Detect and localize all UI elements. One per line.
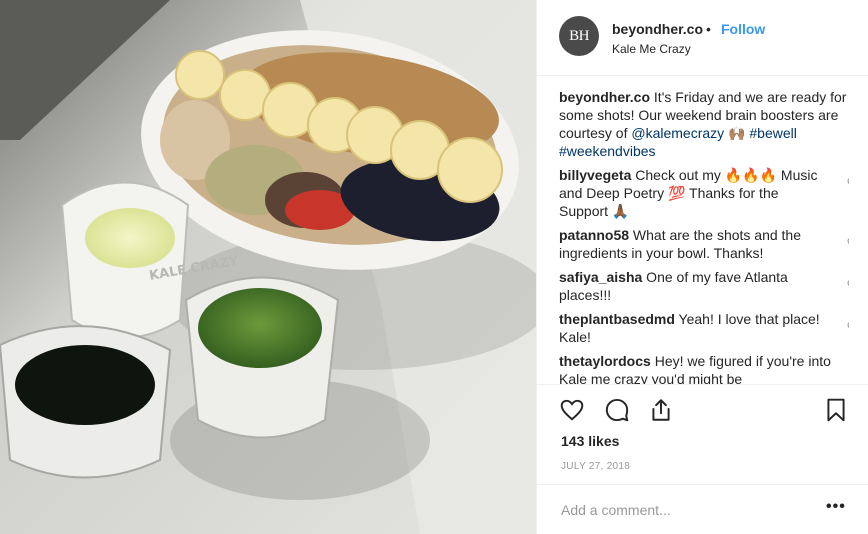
bookmark-icon[interactable] <box>823 397 849 423</box>
more-options-button[interactable]: ••• <box>826 498 846 516</box>
avatar-initials: BH <box>569 27 589 44</box>
location-link[interactable]: Kale Me Crazy <box>612 42 691 56</box>
comment-like-icon[interactable] <box>847 237 849 249</box>
caption-emoji: 🙌🏽 <box>724 125 750 141</box>
share-icon[interactable] <box>648 397 674 423</box>
header-separator: • <box>706 21 711 37</box>
add-comment-bar: ••• <box>537 484 868 534</box>
post-sidebar: BH beyondher.co • Follow Kale Me Crazy b… <box>536 0 868 534</box>
post-caption: beyondher.co It's Friday and we are read… <box>559 88 849 160</box>
comment-item: safiya_aisha One of my fave Atlanta plac… <box>559 268 849 304</box>
follow-button[interactable]: Follow <box>721 21 765 37</box>
caption-hashtag-bewell[interactable]: #bewell <box>749 125 796 141</box>
comment-username[interactable]: safiya_aisha <box>559 269 642 285</box>
comment-username[interactable]: billyvegeta <box>559 167 631 183</box>
comment-item: thetaylordocs Hey! we figured if you're … <box>559 352 849 384</box>
comment-item: billyvegeta Check out my 🔥🔥🔥 Music and D… <box>559 166 849 220</box>
comment-username[interactable]: thetaylordocs <box>559 353 651 369</box>
likes-count[interactable]: 143 likes <box>561 433 619 449</box>
post-header: BH beyondher.co • Follow Kale Me Crazy <box>537 0 868 76</box>
comment-input[interactable] <box>561 499 811 521</box>
comment-like-icon[interactable] <box>847 321 849 333</box>
post-photo-art: KALE CRAZY <box>0 0 536 534</box>
post-photo[interactable]: KALE CRAZY <box>0 0 536 534</box>
comment-item: theplantbasedmd Yeah! I love that place!… <box>559 310 849 346</box>
action-bar <box>537 384 868 430</box>
post-date[interactable]: JULY 27, 2018 <box>561 461 630 472</box>
comment-bubble-icon[interactable] <box>604 397 630 423</box>
caption-mention[interactable]: @kalemecrazy <box>631 125 724 141</box>
comments-list[interactable]: beyondher.co It's Friday and we are read… <box>559 88 849 384</box>
comment-item: patanno58 What are the shots and the ing… <box>559 226 849 262</box>
comment-username[interactable]: patanno58 <box>559 227 629 243</box>
caption-username[interactable]: beyondher.co <box>559 89 650 105</box>
header-username[interactable]: beyondher.co <box>612 21 703 37</box>
caption-hashtag-weekendvibes[interactable]: #weekendvibes <box>559 143 656 159</box>
comment-like-icon[interactable] <box>847 279 849 291</box>
comment-like-icon[interactable] <box>847 177 849 189</box>
avatar[interactable]: BH <box>559 16 599 56</box>
like-heart-icon[interactable] <box>559 397 585 423</box>
comment-username[interactable]: theplantbasedmd <box>559 311 675 327</box>
